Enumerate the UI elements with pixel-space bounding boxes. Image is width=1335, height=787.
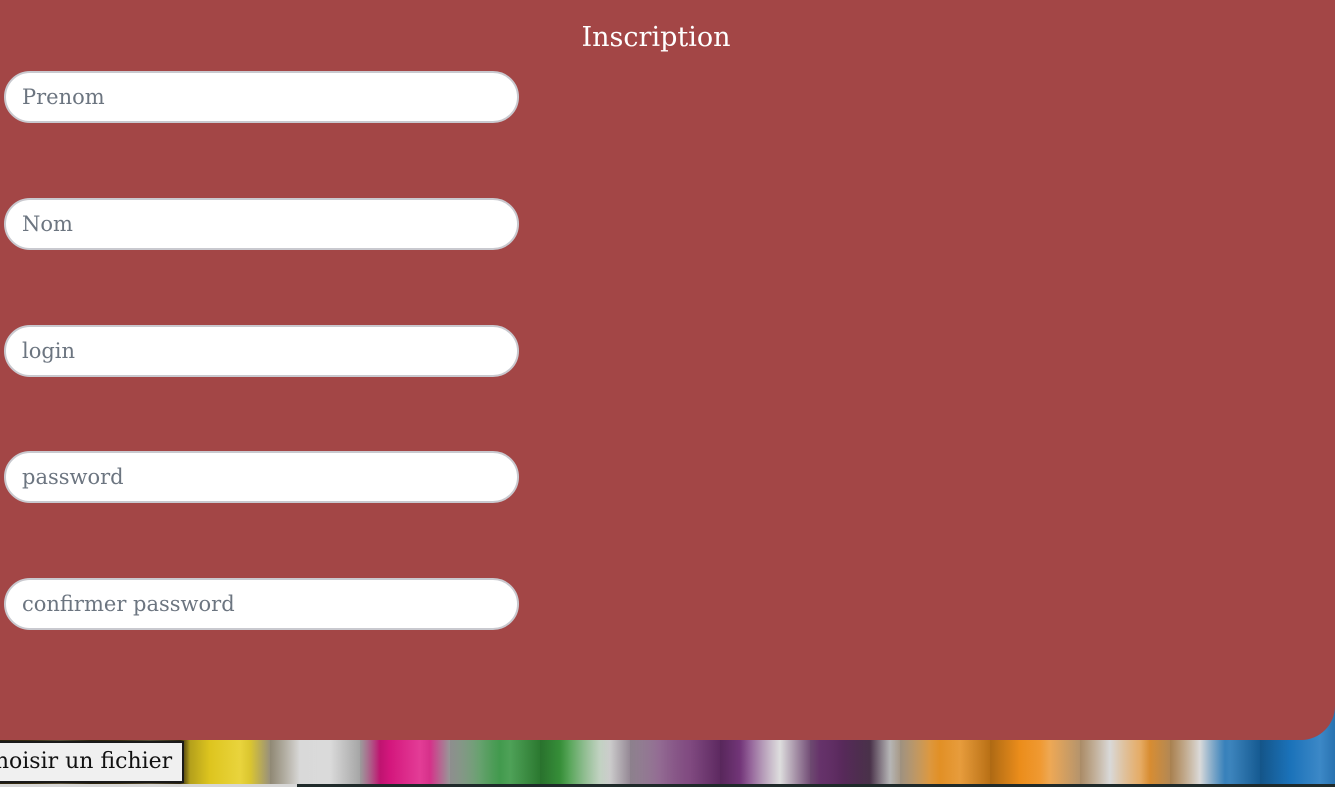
confirm-password-input[interactable] [4,578,519,630]
signup-form: Inscription [0,0,1335,740]
prenom-input[interactable] [4,71,519,123]
choose-file-button[interactable]: Choisir un fichier [0,741,185,783]
form-title: Inscription [581,22,731,53]
login-input[interactable] [4,325,519,377]
nom-input[interactable] [4,198,519,250]
password-input[interactable] [4,451,519,503]
